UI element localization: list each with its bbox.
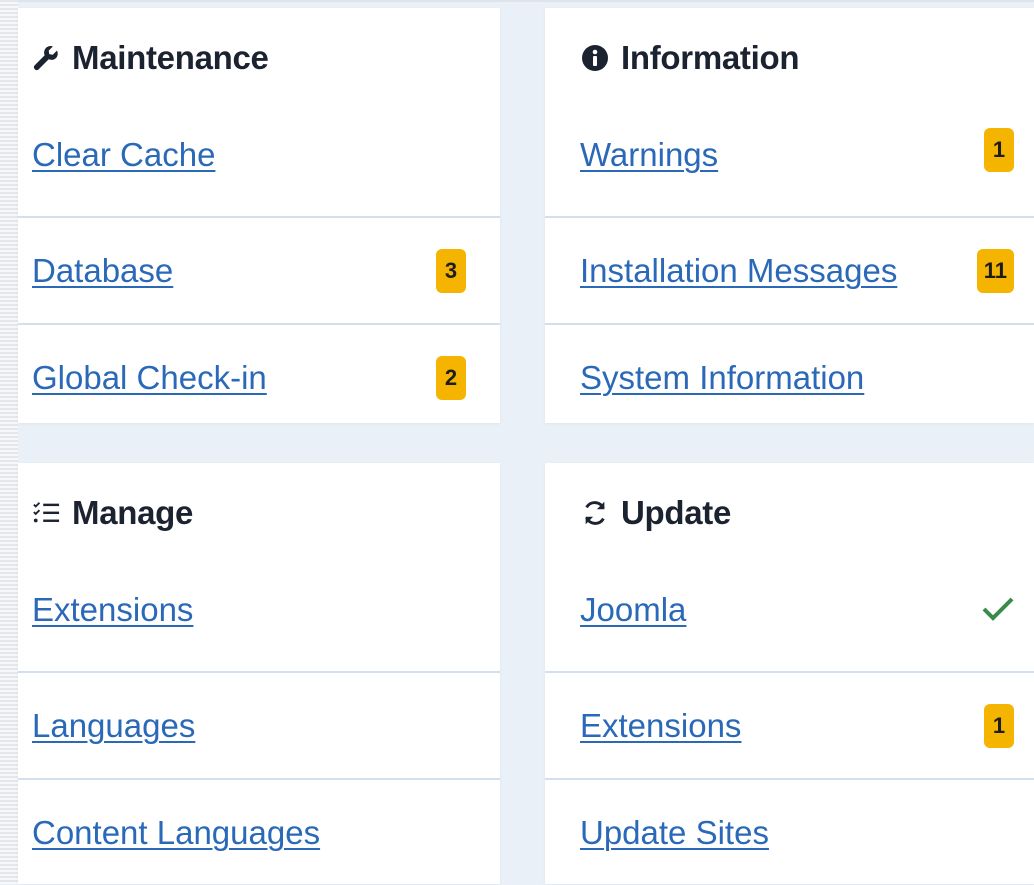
list-item: Installation Messages 11 bbox=[545, 216, 1034, 323]
warnings-count-badge: 1 bbox=[984, 128, 1014, 172]
update-sites-link[interactable]: Update Sites bbox=[580, 814, 769, 852]
left-sidebar-edge bbox=[0, 0, 18, 884]
refresh-icon bbox=[581, 499, 609, 527]
information-card: Information Warnings 1 Installation Mess… bbox=[545, 8, 1034, 423]
list-item: Database 3 bbox=[18, 216, 500, 323]
list-item: Clear Cache bbox=[18, 108, 500, 216]
list-item: Extensions bbox=[18, 563, 500, 671]
update-extensions-link[interactable]: Extensions bbox=[580, 707, 741, 745]
information-title: Information bbox=[621, 39, 800, 76]
list-item: Global Check-in 2 bbox=[18, 323, 500, 430]
list-item: System Information bbox=[545, 323, 1034, 430]
warnings-link[interactable]: Warnings bbox=[580, 136, 718, 174]
list-item: Content Languages bbox=[18, 778, 500, 885]
database-link[interactable]: Database bbox=[32, 252, 173, 290]
maintenance-title: Maintenance bbox=[72, 39, 269, 76]
update-card: Update Joomla Extensions 1 Update Sites bbox=[545, 463, 1034, 884]
manage-extensions-link[interactable]: Extensions bbox=[32, 591, 193, 629]
languages-link[interactable]: Languages bbox=[32, 707, 195, 745]
extension-updates-badge: 1 bbox=[984, 703, 1014, 748]
global-checkin-link[interactable]: Global Check-in bbox=[32, 359, 267, 397]
joomla-update-link[interactable]: Joomla bbox=[580, 591, 686, 629]
info-circle-icon bbox=[581, 44, 609, 72]
update-header: Update bbox=[545, 463, 1034, 563]
manage-title: Manage bbox=[72, 494, 194, 531]
list-item: Warnings 1 bbox=[545, 108, 1034, 216]
information-header: Information bbox=[545, 8, 1034, 108]
maintenance-card: Maintenance Clear Cache Database 3 Globa… bbox=[18, 8, 500, 423]
database-count-badge: 3 bbox=[436, 248, 466, 293]
check-icon bbox=[978, 595, 1018, 623]
maintenance-header: Maintenance bbox=[18, 8, 500, 108]
manage-card: Manage Extensions Languages Content Lang… bbox=[18, 463, 500, 884]
list-item: Joomla bbox=[545, 563, 1034, 671]
installation-messages-badge: 11 bbox=[976, 248, 1014, 293]
update-title: Update bbox=[621, 494, 732, 531]
list-item: Languages bbox=[18, 671, 500, 778]
system-information-link[interactable]: System Information bbox=[580, 359, 864, 397]
list-item: Update Sites bbox=[545, 778, 1034, 885]
clear-cache-link[interactable]: Clear Cache bbox=[32, 136, 215, 174]
wrench-icon bbox=[32, 44, 60, 72]
checkin-count-badge: 2 bbox=[436, 355, 466, 400]
manage-header: Manage bbox=[18, 463, 500, 563]
checklist-icon bbox=[32, 499, 60, 527]
list-item: Extensions 1 bbox=[545, 671, 1034, 778]
installation-messages-link[interactable]: Installation Messages bbox=[580, 252, 897, 290]
top-divider bbox=[18, 0, 1034, 2]
content-languages-link[interactable]: Content Languages bbox=[32, 814, 320, 852]
